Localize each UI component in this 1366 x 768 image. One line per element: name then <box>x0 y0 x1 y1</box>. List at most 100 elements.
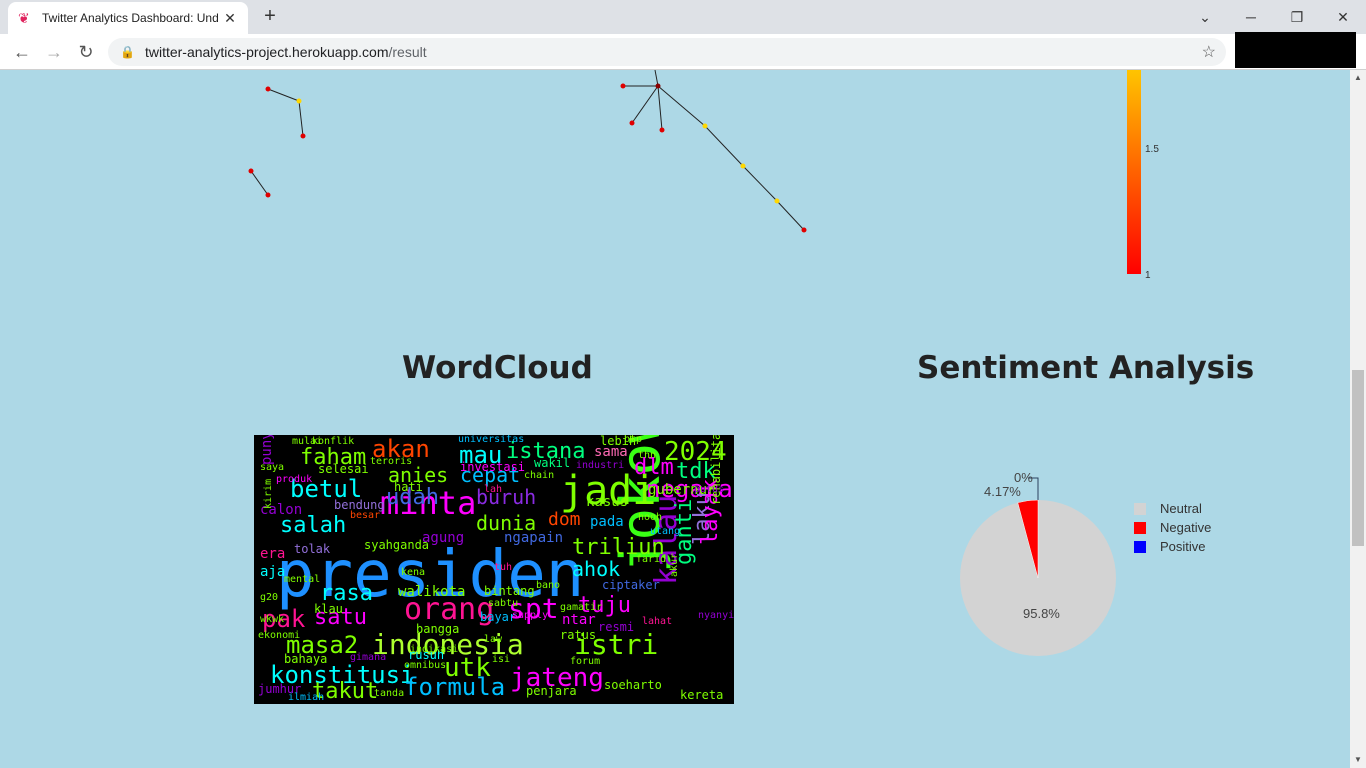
wordcloud-word: bayar <box>480 610 517 624</box>
wordcloud-word: investasi <box>460 460 526 474</box>
wordcloud-word: thn <box>638 450 657 461</box>
legend-label: Neutral <box>1160 501 1202 516</box>
wordcloud-word: ciptaker <box>602 578 660 592</box>
wordcloud-word: kena <box>401 567 426 578</box>
wordcloud-word: bangga <box>416 622 460 636</box>
url-host: twitter-analytics-project.herokuapp.com <box>144 44 389 60</box>
wordcloud-word: ekonomi <box>258 630 301 641</box>
graph-node <box>265 192 271 198</box>
legend-swatch <box>1134 521 1146 534</box>
wordcloud-word: aja <box>260 564 286 580</box>
graph-node <box>702 123 708 129</box>
bookmark-star-icon[interactable]: ☆ <box>1202 42 1216 62</box>
wordcloud-word: utk <box>444 653 491 683</box>
wordcloud-word: universitas <box>458 435 525 445</box>
wordcloud-word: gamatir <box>560 602 603 613</box>
wordcloud-word: chain <box>524 470 555 481</box>
legend-label: Negative <box>1160 520 1212 535</box>
url-path: /result <box>388 44 427 60</box>
wordcloud-word: hati <box>394 480 423 494</box>
wordcloud-title: WordCloud <box>402 350 593 386</box>
wordcloud-word: lahat <box>642 616 673 627</box>
wordcloud-word: era <box>260 546 286 562</box>
wordcloud-word: produk <box>276 474 313 485</box>
graph-node <box>659 127 665 133</box>
wordcloud-word: akur <box>669 552 680 577</box>
wordcloud-word: omnibus <box>404 660 447 671</box>
wordcloud-word: g20 <box>260 592 279 603</box>
graph-node <box>265 86 271 92</box>
wordcloud-word: tuh <box>494 562 513 573</box>
scroll-down-icon[interactable]: ▼ <box>1350 752 1366 768</box>
bird-favicon-icon: ❦ <box>18 10 30 26</box>
wordcloud-image: presiden jokowi jadi minta orang indonesia 202… <box>254 435 734 704</box>
wordcloud-word: selesai <box>318 462 369 476</box>
wordcloud-word: isi <box>492 654 511 665</box>
wordcloud-word: saya <box>260 462 285 473</box>
wordcloud-word: bahaya <box>284 652 328 666</box>
legend-swatch <box>1134 502 1146 515</box>
legend-item-negative[interactable]: Negative <box>1134 520 1211 535</box>
wordcloud-word: kirim <box>263 478 274 509</box>
scroll-up-icon[interactable]: ▲ <box>1350 70 1366 86</box>
network-graph: 1.5 1 <box>248 70 1159 281</box>
wordcloud-word: soeharto <box>604 678 662 692</box>
wordcloud-word: ntar <box>562 612 596 628</box>
forward-arrow-icon[interactable]: → <box>42 40 66 64</box>
page-content: 1.5 1 WordCloud presiden jokowi jadi minta o… <box>0 70 1350 768</box>
wordcloud-word: ratus <box>560 628 597 642</box>
wordcloud-word: indikasi <box>410 644 459 655</box>
colorbar-tick-top: 1.5 <box>1145 144 1159 155</box>
address-bar[interactable]: 🔒 twitter-analytics-project.herokuapp.co… <box>108 38 1226 66</box>
close-tab-icon[interactable]: ✕ <box>222 10 238 27</box>
wordcloud-word: bintang <box>484 584 535 598</box>
lock-icon: 🔒 <box>120 45 135 59</box>
pie-label-positive: 0% <box>1014 470 1033 485</box>
graph-node <box>296 98 302 104</box>
wordcloud-word: klau <box>314 602 343 616</box>
wordcloud-word: industri <box>576 460 625 471</box>
wordcloud-word: tolak <box>294 542 331 556</box>
close-window-button[interactable]: ✕ <box>1320 4 1366 30</box>
wordcloud-word: nyanyi <box>698 610 734 621</box>
wordcloud-word: bano <box>536 580 561 591</box>
wordcloud-word: salah <box>280 513 347 538</box>
wordcloud-word: punya <box>259 435 275 465</box>
reload-icon[interactable]: ↻ <box>74 40 98 64</box>
colorbar <box>1127 70 1141 274</box>
graph-node <box>300 133 306 139</box>
wordcloud-word: pada <box>590 514 624 530</box>
wordcloud-word: syahganda <box>364 538 430 552</box>
tab-search-chevron-icon[interactable]: ⌄ <box>1182 4 1228 30</box>
profile-area[interactable] <box>1235 32 1356 68</box>
wordcloud-word: wkwk <box>260 614 285 625</box>
browser-tab[interactable]: ❦ Twitter Analytics Dashboard: Und ✕ <box>8 2 248 34</box>
restore-window-button[interactable]: ❐ <box>1274 4 1320 30</box>
pie-label-neutral: 95.8% <box>1023 606 1060 621</box>
wordcloud-word: tanda <box>374 688 405 699</box>
back-arrow-icon[interactable]: ← <box>10 40 34 64</box>
wordcloud-word: law <box>484 634 503 645</box>
wordcloud-word: ngapain <box>504 530 564 546</box>
graph-node <box>655 83 661 89</box>
wordcloud-word: farid <box>636 554 667 565</box>
scrollbar-thumb[interactable] <box>1352 370 1364 546</box>
wordcloud-word: btp <box>624 435 643 445</box>
wordcloud-word: wakil <box>534 456 571 470</box>
browser-toolbar: ← → ↻ 🔒 twitter-analytics-project.heroku… <box>0 34 1366 70</box>
legend-swatch <box>1134 540 1146 553</box>
tab-title: Twitter Analytics Dashboard: Und <box>42 11 219 25</box>
sentiment-title: Sentiment Analysis <box>917 350 1255 386</box>
new-tab-button[interactable]: + <box>256 5 284 29</box>
wordcloud-word: utang <box>650 526 681 537</box>
legend-item-neutral[interactable]: Neutral <box>1134 501 1202 516</box>
wordcloud-word: putus <box>694 484 725 495</box>
wordcloud-word: besar <box>350 510 381 521</box>
wordcloud-word: forum <box>570 656 601 667</box>
page-scrollbar[interactable]: ▲ ▼ <box>1350 70 1366 768</box>
colorbar-tick-bottom: 1 <box>1145 270 1151 281</box>
legend-item-positive[interactable]: Positive <box>1134 539 1206 554</box>
wordcloud-word: gimana <box>350 652 387 663</box>
wordcloud-word: resmi <box>598 620 635 634</box>
minimize-window-button[interactable]: ─ <box>1228 4 1274 30</box>
